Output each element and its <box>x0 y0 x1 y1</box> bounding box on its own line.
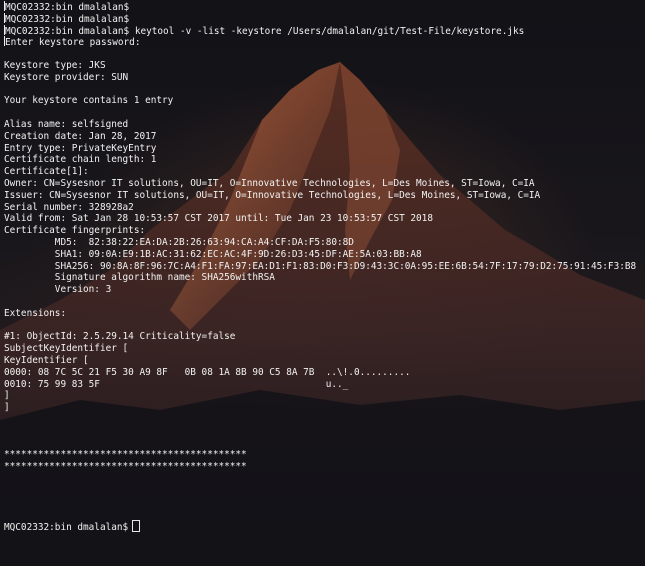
terminal-line: Keystore provider: SUN <box>4 72 645 84</box>
terminal-line: Signature algorithm name: SHA256withRSA <box>4 272 645 284</box>
terminal-line-text: Certificate chain length: 1 <box>4 154 157 166</box>
terminal-line-text: Creation date: Jan 28, 2017 <box>4 130 157 142</box>
block-cursor-icon[interactable] <box>132 520 141 533</box>
terminal-line: SHA256: 90:8A:8F:96:7C:A4:F1:FA:97:EA:D1… <box>4 261 645 273</box>
terminal-line-text: ] <box>4 390 10 402</box>
terminal-line-text: MQC02332:bin dmalalan$ <box>5 13 130 25</box>
terminal-line-text: Valid from: Sat Jan 28 10:53:57 CST 2017… <box>4 213 433 225</box>
terminal-window[interactable]: MQC02332:bin dmalalan$ MQC02332:bin dmala… <box>0 0 645 566</box>
terminal-line-text: MQC02332:bin dmalalan$ <box>5 2 130 13</box>
terminal-line: Certificate[1]: <box>4 166 645 178</box>
terminal-line-text: Certificate[1]: <box>4 166 89 178</box>
terminal-line: ****************************************… <box>4 461 645 473</box>
terminal-line-text: Version: 3 <box>4 284 112 296</box>
terminal-line-text: #1: ObjectId: 2.5.29.14 Criticality=fals… <box>4 331 236 343</box>
terminal-line-text: SHA1: 09:0A:E9:1B:AC:31:62:EC:AC:4F:9D:2… <box>4 248 422 260</box>
terminal-line: MQC02332:bin dmalalan$ <box>4 1 645 13</box>
terminal-line: Extensions: <box>4 308 645 320</box>
terminal-line: SHA1: 09:0A:E9:1B:AC:31:62:EC:AC:4F:9D:2… <box>4 249 645 261</box>
terminal-line: Keystore type: JKS <box>4 60 645 72</box>
terminal-line: MQC02332:bin dmalalan$ keytool -v -list … <box>4 24 645 37</box>
terminal-line-text: Extensions: <box>4 307 67 319</box>
terminal-line-text: ****************************************… <box>4 461 247 473</box>
terminal-line-text: Issuer: CN=Sysesnor IT solutions, OU=IT,… <box>4 189 541 201</box>
terminal-line: #1: ObjectId: 2.5.29.14 Criticality=fals… <box>4 331 645 343</box>
terminal-line: Certificate chain length: 1 <box>4 154 645 166</box>
terminal-line: MD5: 82:38:22:EA:DA:2B:26:63:94:CA:A4:CF… <box>4 237 645 249</box>
terminal-line: ] <box>4 390 645 402</box>
terminal-line-text: Your keystore contains 1 entry <box>4 95 174 107</box>
terminal-line-text: Entry type: PrivateKeyEntry <box>4 142 157 154</box>
terminal-line-text: Certificate fingerprints: <box>4 225 146 237</box>
terminal-line: Certificate fingerprints: <box>4 225 645 237</box>
terminal-line-text: ****************************************… <box>4 449 247 461</box>
terminal-line: ] <box>4 402 645 414</box>
terminal-line-text: Owner: CN=Sysesnor IT solutions, OU=IT, … <box>4 177 535 189</box>
prompt-text: MQC02332:bin dmalalan$ <box>4 522 129 534</box>
terminal-line-text: 0000: 08 7C 5C 21 F5 30 A9 8F 0B 08 1A 8… <box>4 366 411 378</box>
terminal-line: Enter keystore password: <box>4 36 645 48</box>
terminal-line-text: 0010: 75 99 83 5F u.._ <box>4 378 349 390</box>
terminal-line: Alias name: selfsigned <box>4 119 645 131</box>
terminal-line-text: Serial number: 328928a2 <box>4 201 134 213</box>
terminal-line-text: ] <box>4 402 10 414</box>
terminal-line: Serial number: 328928a2 <box>4 202 645 214</box>
terminal-line: Entry type: PrivateKeyEntry <box>4 143 645 155</box>
terminal-line-text: Keystore provider: SUN <box>4 71 129 83</box>
terminal-line: Creation date: Jan 28, 2017 <box>4 131 645 143</box>
terminal-line-text: KeyIdentifier [ <box>4 354 89 366</box>
terminal-line: 0010: 75 99 83 5F u.._ <box>4 379 645 391</box>
terminal-line: MQC02332:bin dmalalan$ <box>4 12 645 25</box>
prompt-line[interactable]: MQC02332:bin dmalalan$ <box>4 520 645 534</box>
terminal-line-text: Signature algorithm name: SHA256withRSA <box>4 272 275 284</box>
terminal-output[interactable]: MQC02332:bin dmalalan$ MQC02332:bin dmala… <box>0 0 645 566</box>
terminal-line: ****************************************… <box>4 449 645 461</box>
terminal-line-text: SHA256: 90:8A:8F:96:7C:A4:F1:FA:97:EA:D1… <box>4 260 637 272</box>
terminal-line-text: Alias name: selfsigned <box>4 118 129 130</box>
terminal-line: KeyIdentifier [ <box>4 355 645 367</box>
terminal-line-text: Keystore type: JKS <box>4 59 106 71</box>
terminal-line: Your keystore contains 1 entry <box>4 95 645 107</box>
terminal-line: Valid from: Sat Jan 28 10:53:57 CST 2017… <box>4 213 645 225</box>
terminal-line-text: Enter keystore password: <box>5 37 141 49</box>
terminal-line: SubjectKeyIdentifier [ <box>4 343 645 355</box>
terminal-line-text: MQC02332:bin dmalalan$ keytool -v -list … <box>5 25 525 37</box>
terminal-line: Version: 3 <box>4 284 645 296</box>
terminal-line-text: SubjectKeyIdentifier [ <box>4 343 129 355</box>
terminal-line: 0000: 08 7C 5C 21 F5 30 A9 8F 0B 08 1A 8… <box>4 367 645 379</box>
terminal-line: Issuer: CN=Sysesnor IT solutions, OU=IT,… <box>4 190 645 202</box>
terminal-line: Owner: CN=Sysesnor IT solutions, OU=IT, … <box>4 178 645 190</box>
terminal-line-text: MD5: 82:38:22:EA:DA:2B:26:63:94:CA:A4:CF… <box>4 236 354 248</box>
